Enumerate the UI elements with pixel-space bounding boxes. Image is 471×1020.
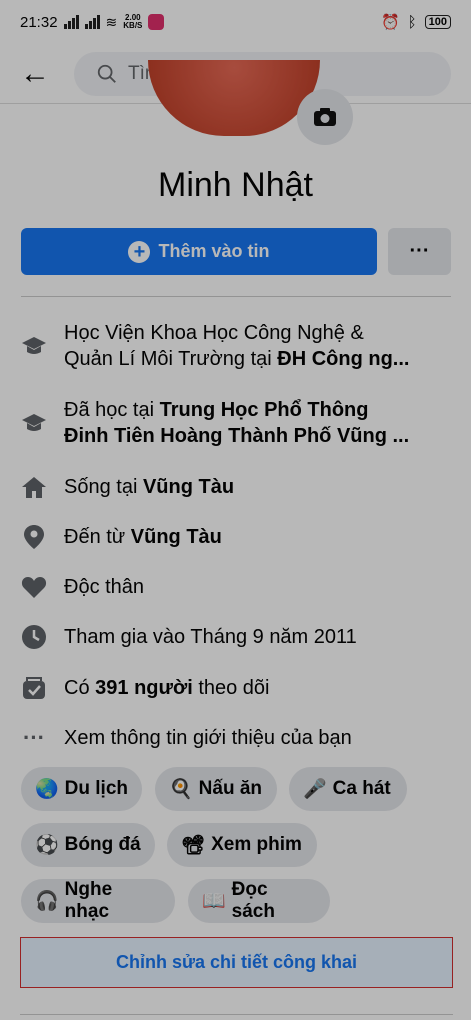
instagram-notification-icon [148, 14, 165, 30]
hobby-label: Ca hát [332, 778, 391, 799]
intro-text: Xem thông tin giới thiệu của bạn [64, 727, 352, 749]
intro-item-school: Đã học tại Trung Học Phổ Thông Đinh Tiên … [20, 397, 450, 449]
hobby-chip[interactable]: 📽 Xem phim [167, 823, 317, 867]
more-dots-icon: ··· [23, 725, 45, 750]
followers-icon [20, 675, 48, 701]
hobby-chip[interactable]: 🎧 Nghe nhạc [21, 879, 175, 923]
intro-item-lives-in: Sống tại Vũng Tàu [20, 474, 450, 500]
intro-bold[interactable]: Vũng Tàu [143, 476, 234, 498]
intro-suffix: theo dõi [198, 677, 270, 699]
add-story-label: Thêm vào tin [158, 241, 270, 261]
clock-icon [20, 624, 48, 650]
divider [20, 1014, 453, 1015]
intro-text-line: Đã học tại [64, 399, 155, 421]
hobby-label: Nghe nhạc [64, 879, 113, 922]
profile-avatar[interactable] [148, 60, 320, 136]
intro-prefix: Đến từ [64, 526, 126, 548]
dim-overlay [0, 0, 471, 1020]
intro-text: Đã học tại Trung Học Phổ Thông Đinh Tiên … [64, 397, 450, 449]
hobby-chip[interactable]: ⚽ Bóng đá [21, 823, 155, 867]
intro-text: Tham gia vào Tháng 9 năm 2011 [64, 626, 357, 648]
hobby-chip[interactable]: 🌏 Du lịch [21, 767, 142, 811]
film-projector-icon: 📽 [181, 835, 206, 856]
intro-item-from: Đến từ Vũng Tàu [20, 524, 450, 550]
globe-icon: 🌏 [35, 779, 59, 800]
intro-text: Có 391 người theo dõi [64, 675, 450, 701]
hobby-label: Xem phim [211, 834, 302, 855]
plus-icon: + [128, 240, 151, 263]
open-book-icon: 📖 [202, 891, 226, 912]
edit-public-details-button[interactable]: Chỉnh sửa chi tiết công khai [20, 937, 453, 988]
profile-name: Minh Nhật [158, 166, 313, 204]
frying-pan-icon: 🍳 [169, 779, 193, 800]
hobby-chip[interactable]: 🍳 Nấu ăn [155, 767, 277, 811]
intro-text: Sống tại Vũng Tàu [64, 474, 450, 500]
camera-icon[interactable] [297, 89, 353, 145]
intro-prefix: Sống tại [64, 476, 138, 498]
more-options-button[interactable]: ··· [388, 228, 451, 275]
location-pin-icon [20, 524, 48, 550]
intro-bold: 391 người [95, 677, 193, 699]
more-label: ··· [409, 240, 430, 262]
intro-text: Đến từ Vũng Tàu [64, 524, 450, 550]
intro-text-line: Học Viện Khoa Học Công Nghệ & [64, 322, 364, 344]
status-right: ⏰ ᛒ 100 [381, 13, 451, 31]
intro-text: Học Viện Khoa Học Công Nghệ & Quản Lí Môi… [64, 320, 450, 372]
soccer-ball-icon: ⚽ [35, 835, 59, 856]
search-icon [97, 64, 116, 83]
hobby-chip[interactable]: 🎤 Ca hát [289, 767, 407, 811]
hobby-label: Du lịch [64, 778, 129, 799]
hobby-label: Đọc sách [231, 879, 275, 922]
hobby-label: Bóng đá [64, 834, 141, 855]
intro-bold[interactable]: ĐH Công ng... [277, 348, 409, 370]
network-speed: 2.00 KB/S [123, 14, 142, 30]
graduation-cap-icon [20, 334, 48, 358]
hobby-chip[interactable]: 📖 Đọc sách [188, 879, 330, 923]
home-icon [20, 475, 48, 499]
speed-unit: KB/S [123, 21, 143, 30]
alarm-icon: ⏰ [380, 14, 400, 31]
intro-item-see-about[interactable]: ··· Xem thông tin giới thiệu của bạn [20, 725, 450, 751]
wifi-icon: ≋ [105, 13, 118, 30]
graduation-cap-icon [20, 411, 48, 435]
add-to-story-button[interactable]: + Thêm vào tin [21, 228, 377, 275]
bluetooth-icon: ᛒ [407, 13, 417, 31]
intro-text: Độc thân [64, 576, 145, 598]
edit-public-details-label: Chỉnh sửa chi tiết công khai [115, 952, 358, 972]
intro-text-line: Quản Lí Môi Trường tại [64, 348, 272, 370]
intro-bold[interactable]: Vũng Tàu [131, 526, 222, 548]
divider [21, 296, 451, 297]
back-arrow-icon[interactable]: ← [20, 57, 50, 91]
headphones-icon: 🎧 [35, 891, 59, 912]
signal-icon-2 [84, 15, 100, 29]
microphone-icon: 🎤 [303, 779, 327, 800]
intro-item-relationship: Độc thân [20, 574, 450, 600]
intro-bold[interactable]: Trung Học Phổ Thông [160, 399, 369, 421]
heart-icon [20, 575, 48, 599]
status-time: 21:32 [20, 13, 58, 31]
signal-icon [63, 15, 79, 29]
intro-bold[interactable]: Đinh Tiên Hoàng Thành Phố Vũng ... [64, 425, 409, 447]
status-left: 21:32 ≋ 2.00 KB/S [20, 13, 165, 31]
intro-item-followers[interactable]: Có 391 người theo dõi [20, 675, 450, 701]
intro-prefix: Có [64, 677, 90, 699]
hobby-label: Nấu ăn [198, 778, 263, 799]
status-bar: 21:32 ≋ 2.00 KB/S ⏰ ᛒ 100 [0, 0, 471, 44]
battery-icon: 100 [424, 15, 451, 29]
intro-item-joined: Tham gia vào Tháng 9 năm 2011 [20, 624, 450, 650]
intro-item-work: Học Viện Khoa Học Công Nghệ & Quản Lí Môi… [20, 320, 450, 372]
